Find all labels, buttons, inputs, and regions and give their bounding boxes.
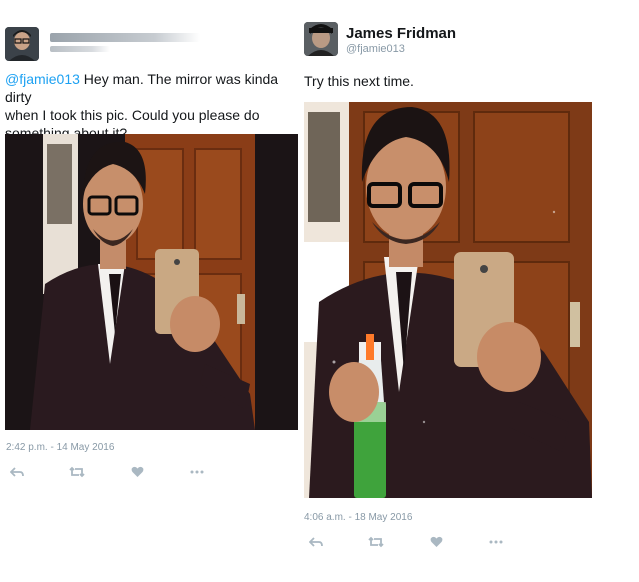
like-icon[interactable] bbox=[427, 535, 445, 549]
left-tweet: @fjamie013 Hey man. The mirror was kinda… bbox=[0, 0, 300, 582]
more-icon[interactable] bbox=[188, 465, 206, 479]
reply-icon[interactable] bbox=[307, 535, 325, 549]
right-tweet-text: Try this next time. bbox=[304, 73, 414, 89]
right-actions bbox=[307, 535, 527, 549]
blurred-handle bbox=[50, 46, 110, 52]
right-display-name[interactable]: James Fridman bbox=[346, 25, 456, 42]
right-avatar[interactable] bbox=[304, 22, 338, 56]
left-avatar[interactable] bbox=[5, 27, 39, 61]
left-tweet-photo[interactable] bbox=[5, 134, 298, 430]
right-handle[interactable]: @fjamie013 bbox=[346, 43, 405, 55]
retweet-icon[interactable] bbox=[367, 535, 385, 549]
reply-icon[interactable] bbox=[8, 465, 26, 479]
blurred-display-name bbox=[50, 33, 200, 42]
mention-link[interactable]: @fjamie013 bbox=[5, 71, 80, 87]
left-timestamp[interactable]: 2:42 p.m. - 14 May 2016 bbox=[6, 442, 114, 453]
retweet-icon[interactable] bbox=[68, 465, 86, 479]
left-tweet-text: @fjamie013 Hey man. The mirror was kinda… bbox=[5, 70, 300, 142]
right-timestamp[interactable]: 4:06 a.m. - 18 May 2016 bbox=[304, 512, 412, 523]
right-tweet-photo[interactable] bbox=[304, 102, 592, 498]
tweet-text-line2: when I took this pic. Could you please d… bbox=[5, 107, 260, 123]
left-actions bbox=[8, 465, 218, 479]
right-tweet: James Fridman @fjamie013 Try this next t… bbox=[300, 0, 639, 582]
like-icon[interactable] bbox=[128, 465, 146, 479]
more-icon[interactable] bbox=[487, 535, 505, 549]
